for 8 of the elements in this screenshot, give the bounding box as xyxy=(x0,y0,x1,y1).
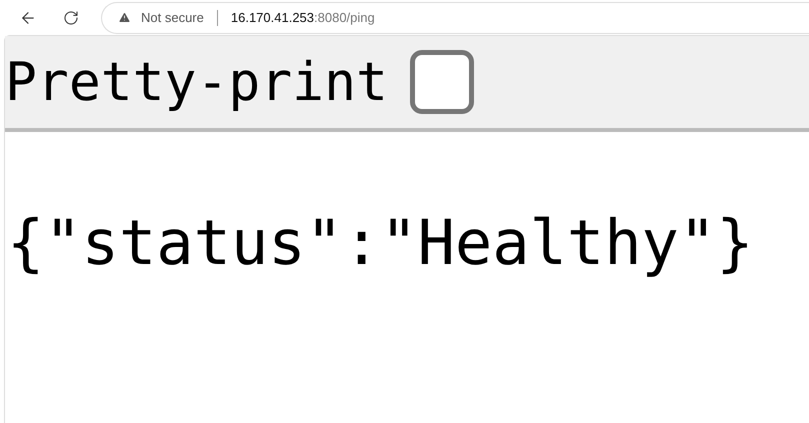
reload-icon xyxy=(63,10,79,26)
url-host: 16.170.41.253 xyxy=(230,8,314,27)
pretty-print-label: Pretty-print xyxy=(5,56,388,108)
url-path: :8080/ping xyxy=(314,8,375,27)
pretty-print-checkbox[interactable] xyxy=(410,50,474,114)
address-bar[interactable]: Not secure 16.170.41.253:8080/ping xyxy=(101,2,809,34)
warning-icon xyxy=(118,11,131,24)
security-label: Not secure xyxy=(141,8,204,27)
